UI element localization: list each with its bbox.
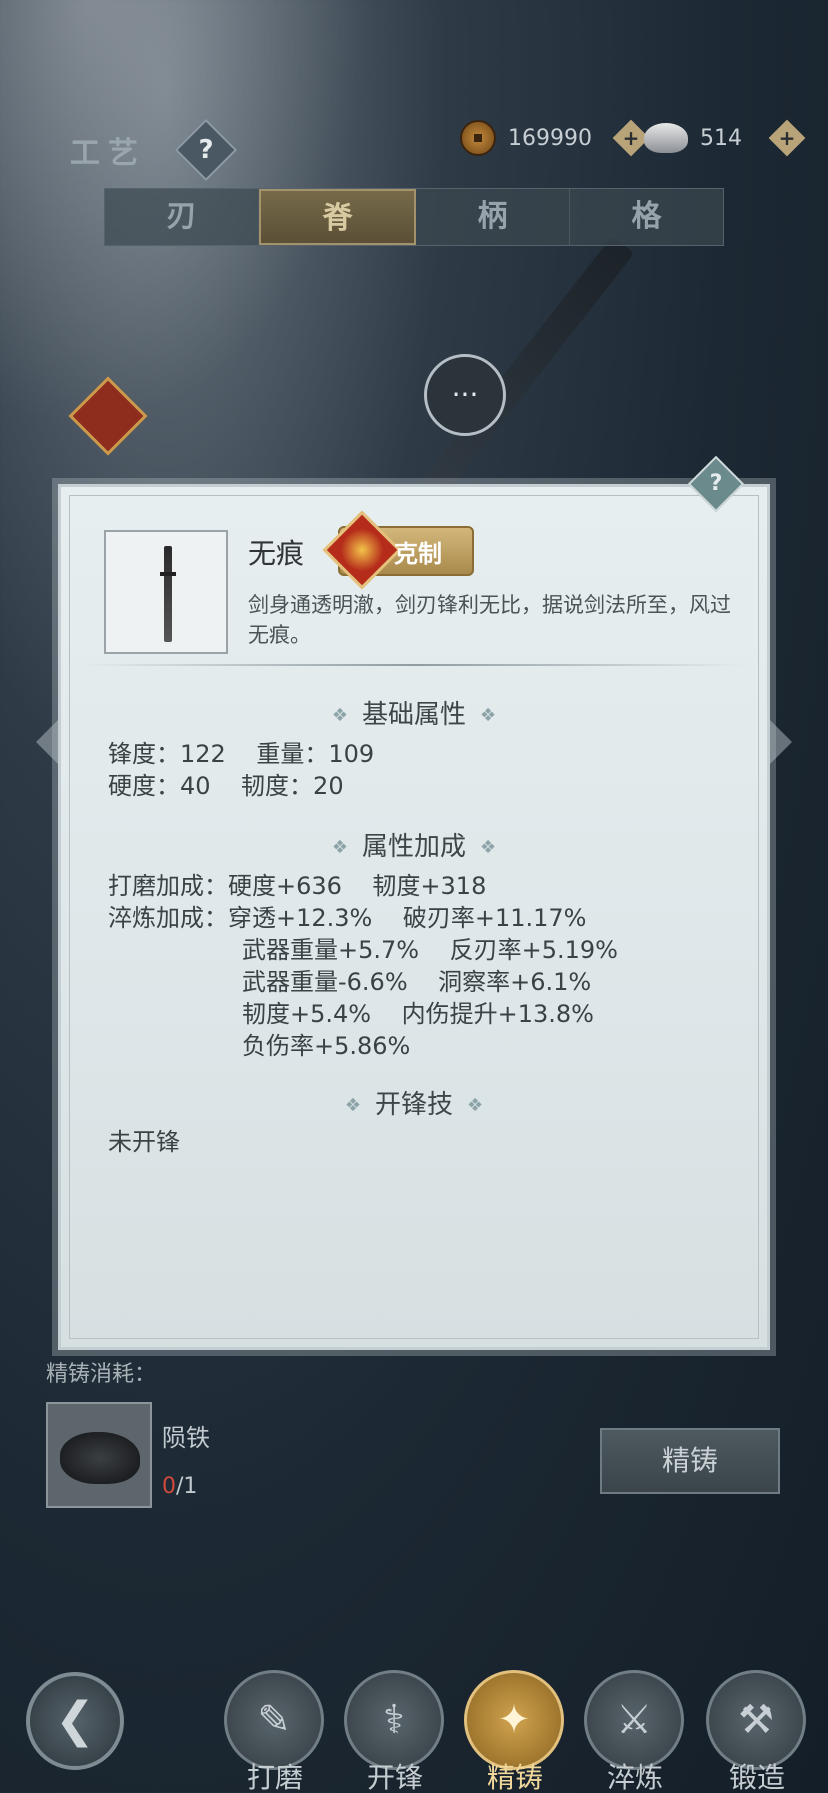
chat-button[interactable]: ··· xyxy=(424,354,506,436)
nav-refine-label: 精铸 xyxy=(486,1761,543,1793)
silver-ingot-icon xyxy=(644,123,688,153)
question-icon: ? xyxy=(709,471,723,496)
section-skill-label: 开锋技 xyxy=(374,1090,453,1120)
tab-handle[interactable]: 柄 xyxy=(416,189,570,245)
material-required: /1 xyxy=(176,1474,198,1499)
section-base-title: ❖ 基础属性 ❖ xyxy=(58,694,770,731)
base-stats: 锋度：122 重量：109 硬度：40 韧度：20 xyxy=(108,738,374,802)
temper-bonus-row: 淬炼加成：穿透+12.3% 破刃率+11.17% xyxy=(108,902,618,934)
item-description: 剑身通透明澈，剑刃锋利无比，据说剑法所至，风过无痕。 xyxy=(248,593,731,647)
temper-value: 负伤率+5.86% xyxy=(242,1032,411,1060)
divider xyxy=(82,664,746,666)
nav-forge-label: 锻造 xyxy=(728,1761,785,1793)
section-base-label: 基础属性 xyxy=(361,700,466,730)
plus-icon: + xyxy=(622,126,640,150)
bonus-stats: 打磨加成：硬度+636 韧度+318 淬炼加成：穿透+12.3% 破刃率+11.… xyxy=(108,870,618,1062)
grind-icon: ✎ xyxy=(224,1670,324,1770)
tab-blade[interactable]: 刃 xyxy=(105,189,259,245)
part-tabs: 刃 脊 柄 格 xyxy=(104,188,724,246)
temper-label: 淬炼加成： xyxy=(108,904,228,932)
nav-temper[interactable]: ⚔ 淬炼 xyxy=(584,1670,686,1793)
sword-icon xyxy=(164,546,172,642)
back-button[interactable]: ❮ xyxy=(26,1672,124,1770)
nav-temper-label: 淬炼 xyxy=(606,1761,663,1793)
temper-value: 穿透+12.3% 破刃率+11.17% xyxy=(228,904,587,932)
diamond-icon: ❖ xyxy=(480,705,497,726)
nav-sharpen-label: 开锋 xyxy=(366,1761,423,1793)
silver-value: 514 xyxy=(700,125,742,151)
item-image xyxy=(104,530,228,654)
stat-row: 锋度：122 重量：109 xyxy=(108,740,375,768)
section-bonus-label: 属性加成 xyxy=(361,832,466,862)
currency-copper: 169990 + xyxy=(460,119,650,157)
nav-forge[interactable]: ⚒ 锻造 xyxy=(706,1670,808,1793)
forge-icon: ⚒ xyxy=(706,1670,806,1770)
temper-value: 韧度+5.4% 内伤提升+13.8% xyxy=(242,1000,594,1028)
grind-bonus-row: 打磨加成：硬度+636 韧度+318 xyxy=(108,872,487,900)
sharpen-icon: ⚕ xyxy=(344,1670,444,1770)
material-slot[interactable] xyxy=(46,1402,152,1508)
copper-value: 169990 xyxy=(508,125,592,151)
diamond-icon: ❖ xyxy=(344,1095,361,1116)
material-count: 0/1 xyxy=(162,1474,197,1499)
diamond-icon: ❖ xyxy=(331,705,348,726)
nav-grind[interactable]: ✎ 打磨 xyxy=(224,1670,326,1793)
refine-button[interactable]: 精铸 xyxy=(600,1428,780,1494)
back-arrow-icon: ❮ xyxy=(54,1692,96,1748)
diamond-icon: ❖ xyxy=(331,837,348,858)
nav-refine[interactable]: ✦ 精铸 xyxy=(464,1670,566,1793)
counter-badge-label: 克制 xyxy=(394,540,442,568)
section-skill-title: ❖ 开锋技 ❖ xyxy=(58,1084,770,1121)
diamond-icon: ❖ xyxy=(480,837,497,858)
diamond-icon: ❖ xyxy=(467,1095,484,1116)
section-bonus-title: ❖ 属性加成 ❖ xyxy=(58,826,770,863)
copper-coin-icon xyxy=(460,120,496,156)
nav-grind-label: 打磨 xyxy=(246,1761,303,1793)
tab-spine[interactable]: 脊 xyxy=(259,189,416,245)
temper-value: 武器重量-6.6% 洞察率+6.1% xyxy=(242,968,592,996)
item-name: 无痕 xyxy=(248,537,305,570)
material-owned: 0 xyxy=(162,1474,176,1499)
add-silver-button[interactable]: + xyxy=(768,119,806,157)
page-title: 工艺 xyxy=(70,136,146,171)
temper-value: 武器重量+5.7% 反刃率+5.19% xyxy=(242,936,618,964)
skill-value: 未开锋 xyxy=(108,1128,180,1156)
plus-icon: + xyxy=(778,126,796,150)
stat-row: 硬度：40 韧度：20 xyxy=(108,772,344,800)
chat-icon: ··· xyxy=(451,378,479,411)
meteorite-icon xyxy=(60,1432,140,1484)
prev-arrow-icon[interactable] xyxy=(36,720,58,764)
background-light xyxy=(0,0,420,500)
temper-icon: ⚔ xyxy=(584,1670,684,1770)
material-name: 陨铁 xyxy=(162,1424,210,1452)
sword-guard xyxy=(160,572,176,576)
question-icon: ? xyxy=(198,135,214,165)
refine-icon: ✦ xyxy=(464,1670,564,1770)
cost-label: 精铸消耗： xyxy=(46,1362,157,1387)
nav-sharpen[interactable]: ⚕ 开锋 xyxy=(344,1670,446,1793)
next-arrow-icon[interactable] xyxy=(770,720,792,764)
tab-guard[interactable]: 格 xyxy=(570,189,723,245)
currency-silver: 514 + xyxy=(644,119,806,157)
